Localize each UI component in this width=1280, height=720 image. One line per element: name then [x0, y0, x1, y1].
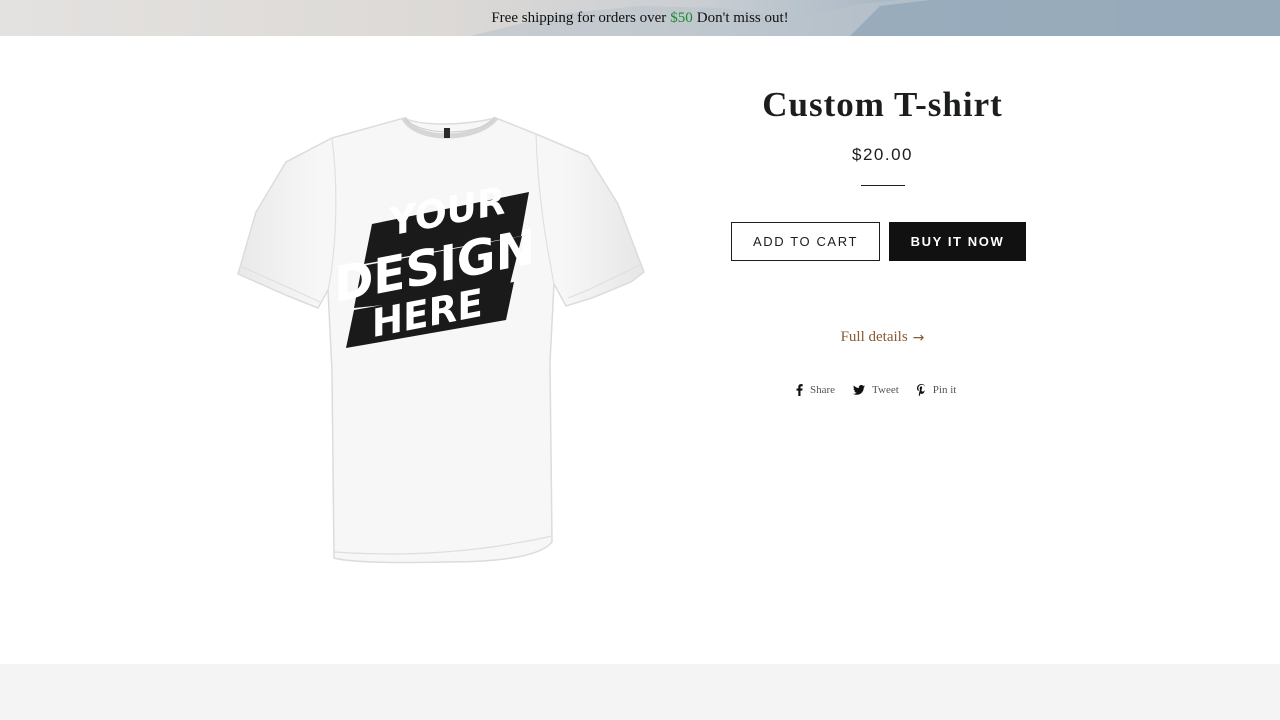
share-pinterest-button[interactable]: Pin it — [916, 384, 957, 396]
product-title: Custom T-shirt — [762, 85, 1003, 124]
arrow-right-icon: → — [912, 329, 925, 346]
announcement-bar: Free shipping for orders over $50 Don't … — [0, 0, 1280, 36]
full-details-label: Full details — [840, 329, 908, 345]
announcement-amount: $50 — [670, 9, 693, 26]
announcement-text-before: Free shipping for orders over — [491, 9, 667, 26]
social-share-row: Share Tweet Pin it — [796, 381, 956, 399]
tshirt-image: YOUR DESIGN HERE — [237, 116, 645, 564]
share-facebook-button[interactable]: Share — [796, 384, 835, 396]
facebook-icon — [796, 384, 803, 396]
full-details-link[interactable]: Full details → — [700, 329, 1065, 346]
share-facebook-label: Share — [810, 384, 836, 396]
product-image[interactable]: YOUR DESIGN HERE — [236, 112, 646, 567]
pinterest-icon — [916, 384, 925, 396]
share-twitter-label: Tweet — [872, 384, 899, 396]
share-pinterest-label: Pin it — [932, 384, 957, 396]
announcement-text-after: Don't miss out! — [696, 9, 789, 26]
buy-it-now-button[interactable]: BUY IT NOW — [889, 222, 1026, 261]
twitter-icon — [853, 385, 866, 395]
announcement-message[interactable]: Free shipping for orders over $50 Don't … — [0, 0, 1280, 36]
add-to-cart-button[interactable]: ADD TO CART — [731, 222, 880, 261]
product-price: $20.00 — [852, 145, 913, 164]
footer-section — [0, 664, 1280, 720]
price-divider — [861, 185, 905, 186]
share-twitter-button[interactable]: Tweet — [853, 384, 899, 396]
